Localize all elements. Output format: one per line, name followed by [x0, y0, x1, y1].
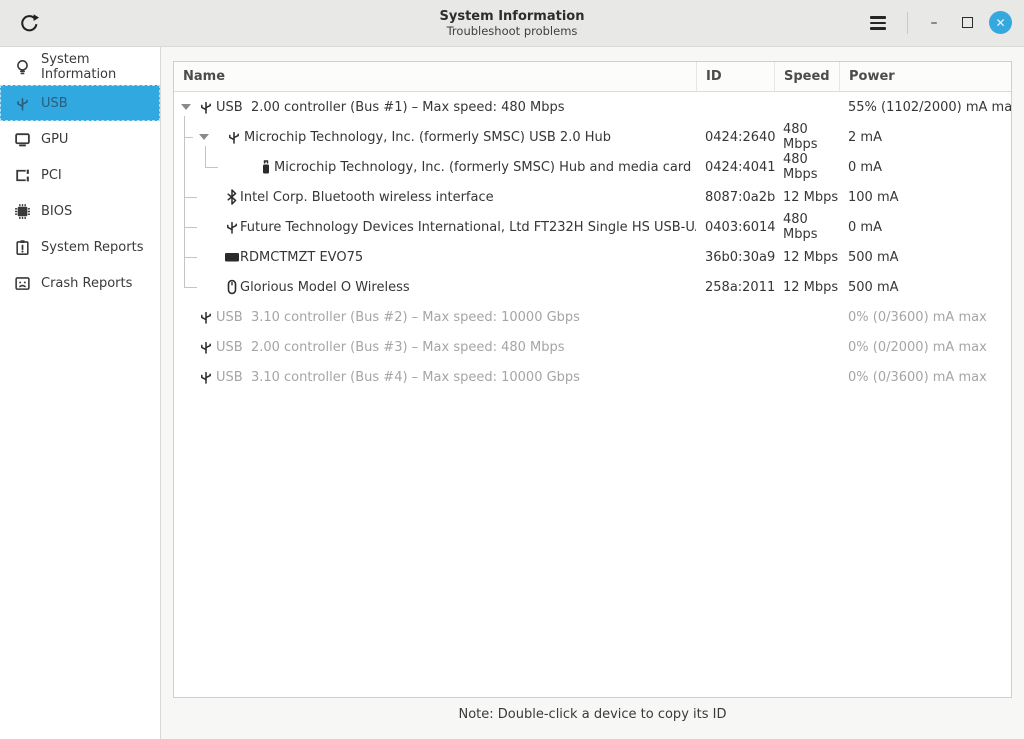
refresh-button[interactable]: [14, 8, 44, 38]
content-area: Name ID Speed Power USB 2.00 controller …: [161, 47, 1024, 739]
sidebar-item-label: USB: [41, 95, 68, 111]
table-row[interactable]: USB 3.10 controller (Bus #2) – Max speed…: [174, 302, 1011, 332]
column-header-name[interactable]: Name: [174, 62, 696, 91]
usb-icon: [199, 99, 213, 115]
refresh-icon: [20, 13, 39, 31]
table-row[interactable]: USB 3.10 controller (Bus #4) – Max speed…: [174, 362, 1011, 392]
sidebar-item-crash-reports[interactable]: Crash Reports: [0, 265, 160, 301]
usb-icon: [15, 94, 30, 112]
column-header-id[interactable]: ID: [696, 62, 774, 91]
sidebar-item-label: Crash Reports: [41, 275, 133, 291]
lightbulb-icon: [17, 59, 28, 74]
table-row[interactable]: Glorious Model O Wireless 258a:2011 12 M…: [174, 272, 1011, 302]
table-row[interactable]: RDMCTMZT EVO75 36b0:30a9 12 Mbps 500 mA: [174, 242, 1011, 272]
expander-icon[interactable]: [199, 134, 209, 140]
usb-icon: [199, 309, 213, 325]
sidebar-item-label: BIOS: [41, 203, 73, 219]
menu-button[interactable]: [864, 10, 892, 35]
table-row[interactable]: Microchip Technology, Inc. (formerly SMS…: [174, 152, 1011, 182]
window-title: System Information: [439, 8, 585, 24]
app-window: System Information Troubleshoot problems…: [0, 0, 1024, 739]
keyboard-icon: [225, 253, 239, 262]
expander-icon[interactable]: [181, 104, 191, 110]
usb-icon: [227, 129, 241, 145]
maximize-button[interactable]: [956, 12, 978, 34]
device-table: Name ID Speed Power USB 2.00 controller …: [173, 61, 1012, 698]
minimize-button[interactable]: –: [923, 12, 945, 34]
sidebar-item-system-information[interactable]: System Information: [0, 49, 160, 85]
sidebar: System Information USB GPU PCI BIOS Syst…: [0, 47, 161, 739]
column-header-speed[interactable]: Speed: [774, 62, 839, 91]
sidebar-item-usb[interactable]: USB: [0, 85, 160, 121]
usb-icon: [225, 219, 239, 235]
maximize-icon: [961, 17, 973, 29]
flash-drive-icon: [263, 160, 269, 174]
table-header: Name ID Speed Power: [174, 62, 1011, 92]
chip-icon: [15, 203, 30, 219]
table-row[interactable]: USB 2.00 controller (Bus #3) – Max speed…: [174, 332, 1011, 362]
sidebar-item-pci[interactable]: PCI: [0, 157, 160, 193]
clipboard-report-icon: [16, 239, 29, 255]
window-subtitle: Troubleshoot problems: [446, 23, 578, 38]
table-row[interactable]: Future Technology Devices International,…: [174, 212, 1011, 242]
mouse-icon: [227, 279, 237, 295]
table-row[interactable]: USB 2.00 controller (Bus #1) – Max speed…: [174, 92, 1011, 122]
sidebar-item-label: System Information: [41, 52, 117, 82]
table-body: USB 2.00 controller (Bus #1) – Max speed…: [174, 92, 1011, 697]
close-button[interactable]: ✕: [989, 11, 1012, 35]
crash-face-icon: [15, 276, 30, 290]
column-header-power[interactable]: Power: [839, 62, 1011, 91]
sidebar-item-system-reports[interactable]: System Reports: [0, 229, 160, 265]
titlebar-separator: [907, 11, 908, 34]
sidebar-item-label: GPU: [41, 131, 69, 147]
bluetooth-icon: [227, 189, 237, 205]
monitor-icon: [15, 132, 30, 146]
table-row[interactable]: Intel Corp. Bluetooth wireless interface…: [174, 182, 1011, 212]
sidebar-item-gpu[interactable]: GPU: [0, 121, 160, 157]
titlebar: System Information Troubleshoot problems…: [0, 0, 1024, 47]
sidebar-item-label: PCI: [41, 167, 62, 183]
pci-card-icon: [16, 169, 29, 181]
usb-icon: [199, 339, 213, 355]
footer-note: Note: Double-click a device to copy its …: [458, 707, 727, 722]
table-row[interactable]: Microchip Technology, Inc. (formerly SMS…: [174, 122, 1011, 152]
sidebar-item-bios[interactable]: BIOS: [0, 193, 160, 229]
hamburger-icon: [870, 16, 886, 19]
sidebar-item-label: System Reports: [41, 239, 144, 255]
usb-icon: [199, 369, 213, 385]
